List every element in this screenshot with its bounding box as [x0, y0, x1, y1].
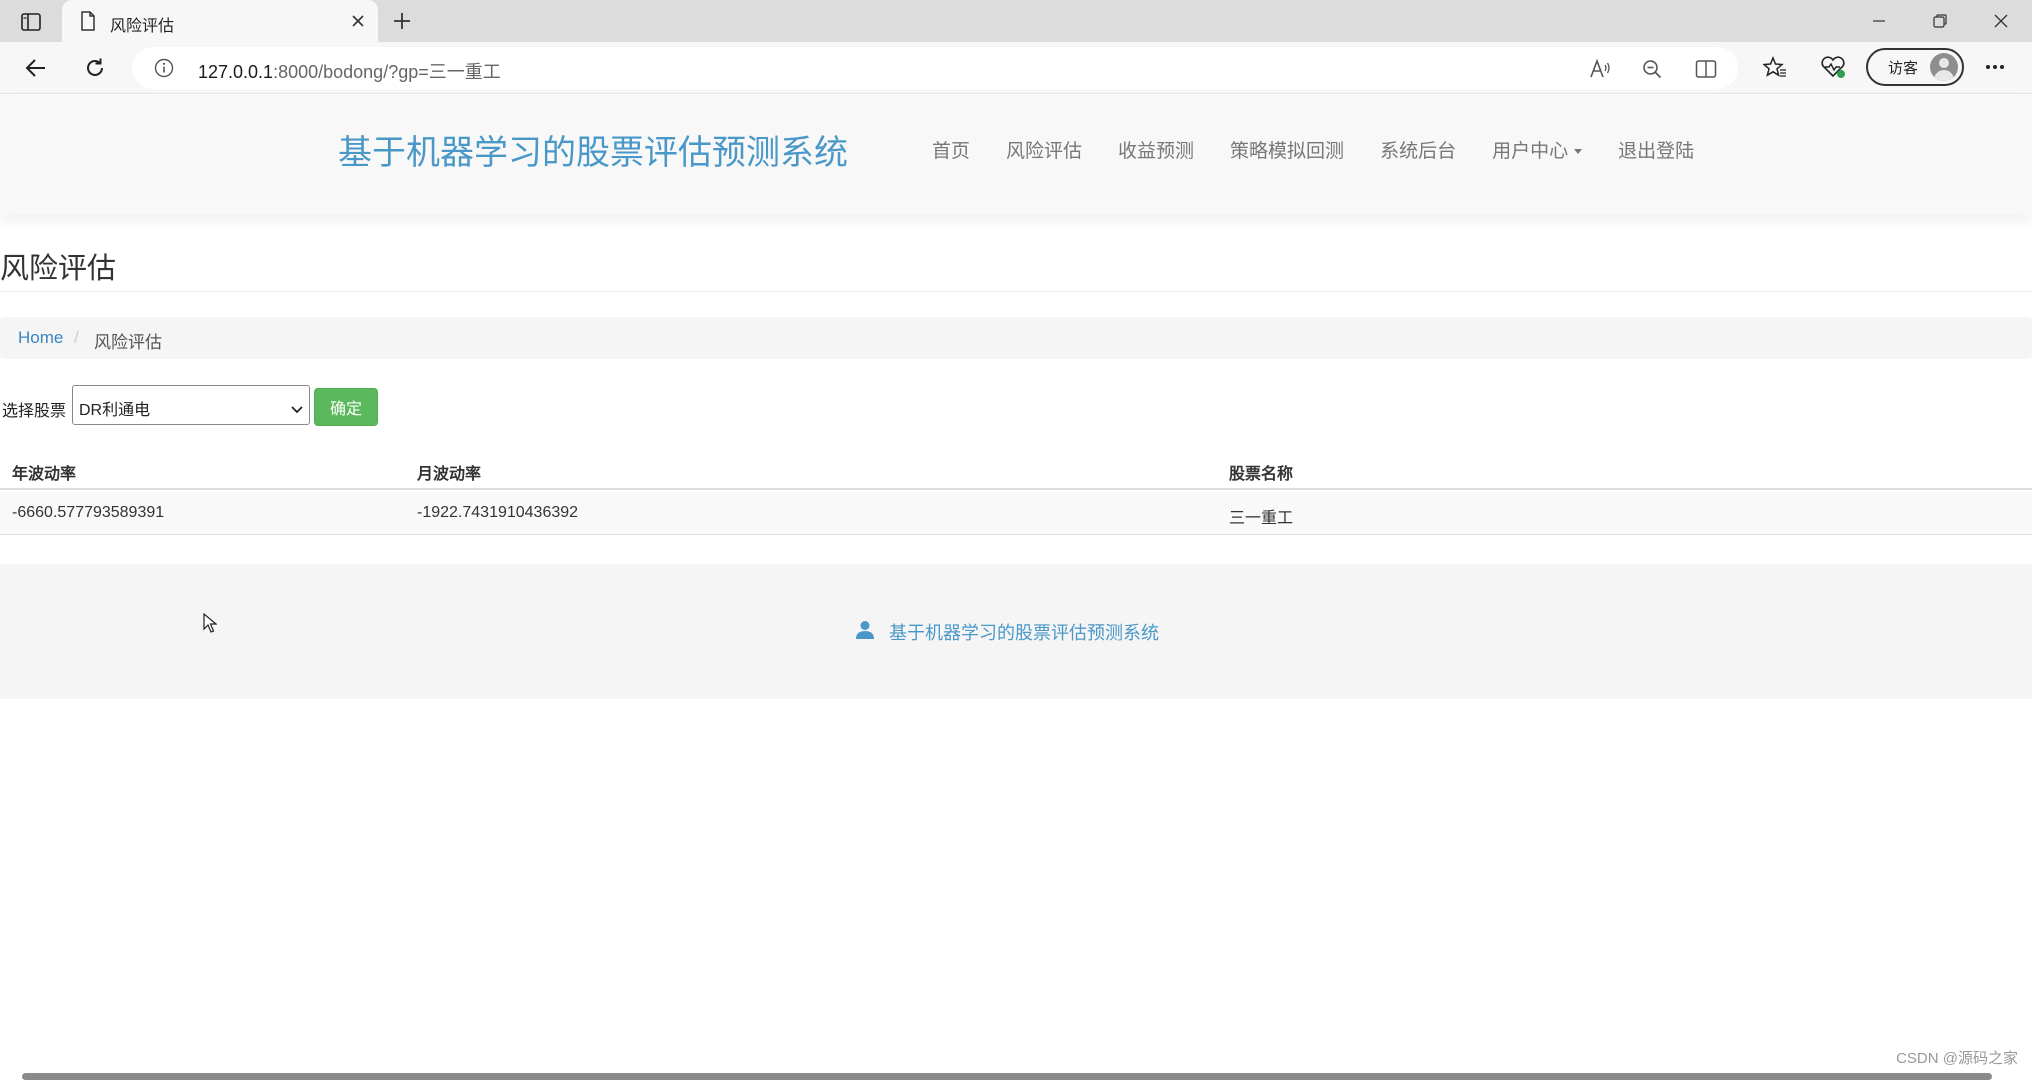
browser-toolbar: 127.0.0.1:8000/bodong/?gp=三一重工 访客 — [0, 42, 2032, 94]
stock-select[interactable]: DR利通电 — [72, 385, 310, 425]
nav-logout[interactable]: 退出登陆 — [1618, 136, 1694, 163]
table-row: -6660.577793589391 -1922.7431910436392 三… — [0, 491, 2032, 535]
url-text[interactable]: 127.0.0.1:8000/bodong/?gp=三一重工 — [198, 58, 501, 84]
site-footer: 基于机器学习的股票评估预测系统 — [0, 564, 2032, 699]
nav-strategy-backtest[interactable]: 策略模拟回测 — [1230, 136, 1344, 163]
browser-tab-bar: 风险评估 — [0, 0, 2032, 42]
page-viewport: 基于机器学习的股票评估预测系统 首页 风险评估 收益预测 策略模拟回测 系统后台… — [0, 95, 2032, 1080]
read-aloud-icon[interactable] — [1587, 56, 1613, 82]
nav-user-center-label: 用户中心 — [1492, 141, 1569, 162]
table-cell-annual-volatility: -6660.577793589391 — [12, 504, 165, 521]
url-host: 127.0.0.1 — [198, 62, 274, 82]
profile-button[interactable]: 访客 — [1866, 48, 1964, 86]
main-nav: 首页 风险评估 收益预测 策略模拟回测 系统后台 用户中心 退出登陆 — [932, 136, 1730, 163]
breadcrumb-home-link[interactable]: Home — [18, 328, 63, 348]
url-path: :8000/bodong/?gp=三一重工 — [273, 62, 501, 82]
confirm-button[interactable]: 确定 — [314, 388, 378, 426]
site-info-icon[interactable] — [154, 58, 174, 83]
profile-label: 访客 — [1888, 59, 1919, 77]
table-header-stock-name: 股票名称 — [1229, 466, 1294, 483]
nav-user-center[interactable]: 用户中心 — [1492, 136, 1583, 163]
table-header-monthly-volatility: 月波动率 — [417, 466, 482, 483]
mouse-pointer-icon — [203, 612, 218, 638]
stock-select-value: DR利通电 — [79, 402, 151, 419]
nav-home[interactable]: 首页 — [932, 136, 970, 163]
split-screen-icon[interactable] — [1693, 56, 1719, 82]
horizontal-scrollbar[interactable] — [22, 1073, 1992, 1080]
breadcrumb-current: 风险评估 — [94, 333, 162, 352]
page-title: 风险评估 — [0, 253, 117, 285]
caret-down-icon — [1574, 149, 1583, 155]
minimize-icon[interactable] — [1856, 6, 1902, 36]
nav-risk-assessment[interactable]: 风险评估 — [1006, 136, 1082, 163]
nav-profit-forecast[interactable]: 收益预测 — [1118, 136, 1194, 163]
breadcrumb-separator: / — [74, 328, 79, 347]
avatar-icon — [1930, 53, 1959, 81]
close-window-icon[interactable] — [1978, 6, 2024, 36]
footer-text: 基于机器学习的股票评估预测系统 — [889, 623, 1159, 643]
reload-icon[interactable] — [79, 52, 111, 84]
zoom-out-icon[interactable] — [1639, 56, 1665, 82]
more-options-icon[interactable] — [1980, 52, 2010, 82]
table-cell-stock-name: 三一重工 — [1229, 510, 1294, 527]
document-icon — [80, 11, 96, 36]
tab-title: 风险评估 — [110, 18, 175, 35]
nav-admin[interactable]: 系统后台 — [1380, 136, 1456, 163]
sidebar-toggle-icon[interactable] — [18, 10, 44, 34]
address-bar[interactable]: 127.0.0.1:8000/bodong/?gp=三一重工 — [132, 47, 1738, 89]
user-icon — [855, 620, 875, 645]
table-cell-monthly-volatility: -1922.7431910436392 — [417, 504, 579, 521]
table-header-annual-volatility: 年波动率 — [12, 466, 77, 483]
stock-select-label: 选择股票 — [2, 403, 67, 420]
site-navbar: 基于机器学习的股票评估预测系统 首页 风险评估 收益预测 策略模拟回测 系统后台… — [0, 95, 2032, 215]
favorites-icon[interactable] — [1760, 52, 1790, 82]
browser-essentials-icon[interactable] — [1818, 52, 1848, 82]
browser-tab-active[interactable]: 风险评估 — [62, 0, 378, 42]
table-header-row: 年波动率 月波动率 股票名称 — [0, 447, 2032, 490]
site-brand[interactable]: 基于机器学习的股票评估预测系统 — [338, 125, 848, 174]
watermark: CSDN @源码之家 — [1896, 1050, 2018, 1067]
heading-divider — [0, 291, 2032, 292]
chevron-down-icon — [291, 401, 303, 419]
back-arrow-icon[interactable] — [20, 52, 52, 84]
footer-content: 基于机器学习的股票评估预测系统 — [855, 619, 1159, 645]
close-tab-icon[interactable] — [346, 9, 370, 33]
restore-icon[interactable] — [1917, 6, 1963, 36]
breadcrumb: Home / 风险评估 — [0, 317, 2032, 359]
new-tab-icon[interactable] — [388, 9, 416, 33]
